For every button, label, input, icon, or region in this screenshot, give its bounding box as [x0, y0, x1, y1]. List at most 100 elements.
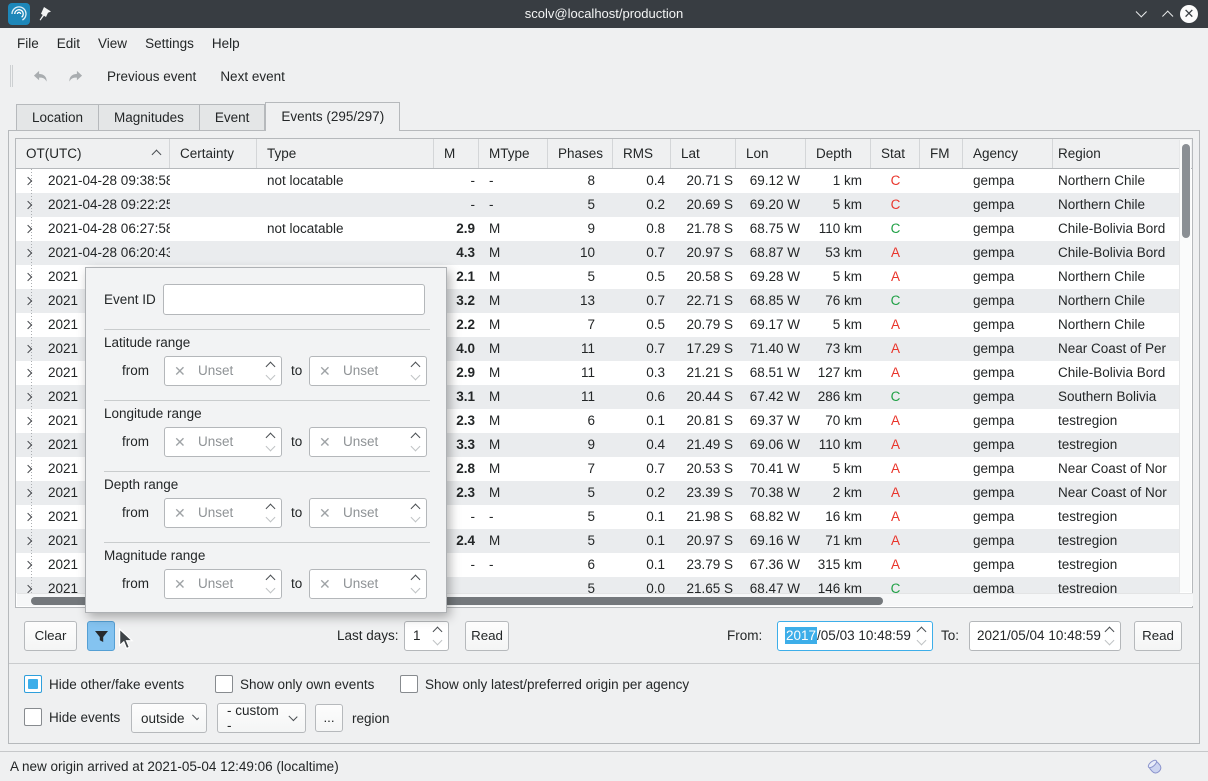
maximize-button[interactable]: [1159, 6, 1175, 22]
read-button-left[interactable]: Read: [465, 621, 509, 651]
latitude-from-spinbox[interactable]: ✕Unset: [164, 356, 282, 386]
tab-event[interactable]: Event: [200, 104, 266, 131]
expand-chevron-icon[interactable]: [16, 313, 42, 337]
vertical-scrollbar[interactable]: [1179, 140, 1191, 592]
region-more-button[interactable]: ...: [315, 704, 343, 732]
x-clear-icon[interactable]: ✕: [174, 357, 186, 385]
column-header-lon[interactable]: Lon: [736, 139, 806, 168]
read-button-right[interactable]: Read: [1134, 621, 1182, 651]
inside-outside-combobox[interactable]: outside: [131, 703, 207, 733]
longitude-to-spinbox[interactable]: ✕Unset: [309, 427, 427, 457]
expand-chevron-icon[interactable]: [16, 577, 42, 593]
expand-chevron-icon[interactable]: [16, 457, 42, 481]
column-header-mtype[interactable]: MType: [479, 139, 548, 168]
magnitude-to-spinbox[interactable]: ✕Unset: [309, 569, 427, 599]
table-row[interactable]: 2021-04-28 09:22:25--50.220.69 S69.20 W5…: [16, 193, 1180, 217]
clear-button[interactable]: Clear: [24, 621, 77, 651]
depth-from-spinbox[interactable]: ✕Unset: [164, 498, 282, 528]
spin-buttons[interactable]: [267, 505, 274, 521]
expand-chevron-icon[interactable]: [16, 529, 42, 553]
expand-chevron-icon[interactable]: [16, 481, 42, 505]
show-only-own-checkbox[interactable]: [215, 675, 233, 693]
show-latest-preferred-checkbox[interactable]: [400, 675, 418, 693]
column-header-depth[interactable]: Depth: [806, 139, 871, 168]
column-header-lat[interactable]: Lat: [671, 139, 736, 168]
vertical-scrollbar-thumb[interactable]: [1182, 144, 1190, 238]
pin-icon[interactable]: [38, 6, 52, 25]
expand-chevron-icon[interactable]: [16, 337, 42, 361]
x-clear-icon[interactable]: ✕: [174, 428, 186, 456]
expand-chevron-icon[interactable]: [16, 241, 42, 265]
expand-chevron-icon[interactable]: [16, 193, 42, 217]
column-header-m[interactable]: M: [434, 139, 479, 168]
close-button[interactable]: ✕: [1180, 5, 1198, 23]
minimize-button[interactable]: [1134, 6, 1150, 22]
undo-arrow-icon[interactable]: [23, 65, 58, 88]
spin-buttons[interactable]: [412, 505, 419, 521]
menu-view[interactable]: View: [89, 32, 136, 55]
spin-buttons[interactable]: [412, 576, 419, 592]
spin-buttons[interactable]: [267, 434, 274, 450]
tab-location[interactable]: Location: [16, 104, 99, 131]
column-header-region[interactable]: Region: [1053, 139, 1192, 168]
event-id-input[interactable]: [163, 284, 425, 315]
redo-arrow-icon[interactable]: [58, 65, 93, 88]
last-days-spinbox[interactable]: 1: [404, 621, 449, 651]
column-header-ot[interactable]: OT(UTC): [16, 139, 170, 168]
next-event-button[interactable]: Next event: [210, 65, 295, 88]
spin-buttons[interactable]: [412, 363, 419, 379]
x-clear-icon[interactable]: ✕: [174, 570, 186, 598]
region-preset-combobox[interactable]: - custom -: [217, 703, 306, 733]
spin-buttons[interactable]: [267, 363, 274, 379]
x-clear-icon[interactable]: ✕: [319, 499, 331, 527]
expand-chevron-icon[interactable]: [16, 217, 42, 241]
x-clear-icon[interactable]: ✕: [319, 570, 331, 598]
column-header-phases[interactable]: Phases: [548, 139, 613, 168]
hide-other-fake-checkbox[interactable]: [24, 675, 42, 693]
expand-chevron-icon[interactable]: [16, 289, 42, 313]
database-connection-icon[interactable]: [1143, 755, 1167, 781]
expand-chevron-icon[interactable]: [16, 265, 42, 289]
spin-buttons[interactable]: [1106, 628, 1113, 644]
expand-chevron-icon[interactable]: [16, 409, 42, 433]
column-header-certainty[interactable]: Certainty: [170, 139, 257, 168]
menu-settings[interactable]: Settings: [136, 32, 203, 55]
expand-chevron-icon[interactable]: [16, 433, 42, 457]
filter-toggle-button[interactable]: [87, 621, 115, 651]
table-row[interactable]: 2021-04-28 09:38:58not locatable--80.420…: [16, 169, 1180, 193]
expand-chevron-icon[interactable]: [16, 361, 42, 385]
table-row[interactable]: 2021-04-28 06:20:434.3M100.720.97 S68.87…: [16, 241, 1180, 265]
to-datetime-field[interactable]: 2021/05/04 10:48:59: [969, 621, 1121, 651]
spin-buttons[interactable]: [267, 576, 274, 592]
depth-to-spinbox[interactable]: ✕Unset: [309, 498, 427, 528]
column-header-type[interactable]: Type: [257, 139, 434, 168]
x-clear-icon[interactable]: ✕: [319, 357, 331, 385]
column-header-stat[interactable]: Stat: [871, 139, 920, 168]
menu-file[interactable]: File: [8, 32, 48, 55]
expand-chevron-icon[interactable]: [16, 169, 42, 193]
column-header-rms[interactable]: RMS: [613, 139, 671, 168]
from-datetime-field[interactable]: 2017/05/03 10:48:59: [777, 621, 933, 651]
x-clear-icon[interactable]: ✕: [174, 499, 186, 527]
column-header-fm[interactable]: FM: [920, 139, 963, 168]
spin-buttons[interactable]: [434, 628, 441, 644]
longitude-from-spinbox[interactable]: ✕Unset: [164, 427, 282, 457]
x-clear-icon[interactable]: ✕: [319, 428, 331, 456]
expand-chevron-icon[interactable]: [16, 385, 42, 409]
expand-chevron-icon[interactable]: [16, 505, 42, 529]
spin-buttons[interactable]: [918, 628, 925, 644]
menu-edit[interactable]: Edit: [48, 32, 89, 55]
hide-events-checkbox[interactable]: [24, 708, 42, 726]
spin-buttons[interactable]: [412, 434, 419, 450]
menu-help[interactable]: Help: [203, 32, 249, 55]
table-row[interactable]: 2021-04-28 06:27:58not locatable2.9M90.8…: [16, 217, 1180, 241]
latitude-to-spinbox[interactable]: ✕Unset: [309, 356, 427, 386]
previous-event-button[interactable]: Previous event: [97, 65, 206, 88]
magnitude-from-spinbox[interactable]: ✕Unset: [164, 569, 282, 599]
tab-magnitudes[interactable]: Magnitudes: [99, 104, 200, 131]
toolbar-handle[interactable]: [10, 65, 13, 87]
expand-chevron-icon[interactable]: [16, 553, 42, 577]
column-header-agency[interactable]: Agency: [963, 139, 1053, 168]
sort-ascending-icon: [152, 150, 162, 160]
tab-events[interactable]: Events (295/297): [265, 102, 400, 131]
